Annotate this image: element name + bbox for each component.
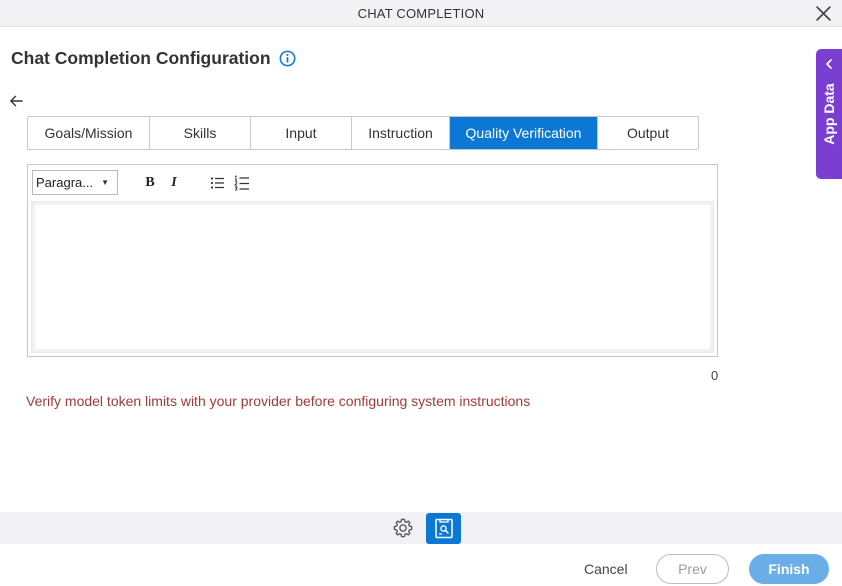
app-data-panel-toggle[interactable]: App Data [816,49,842,179]
italic-button[interactable]: I [165,174,183,192]
tab-quality-verification[interactable]: Quality Verification [450,117,598,149]
close-icon[interactable] [815,5,832,22]
character-count: 0 [711,368,719,383]
dropdown-arrow-icon: ▼ [101,178,109,187]
editor-toolbar: Paragra... ▼ B I [31,168,714,198]
token-limit-warning: Verify model token limits with your prov… [26,393,531,409]
numbered-list-icon[interactable] [233,174,251,192]
format-select-value: Paragra... [36,175,94,190]
config-tabs: Goals/Mission Skills Input Instruction Q… [27,116,699,150]
tab-goals-mission[interactable]: Goals/Mission [28,117,150,149]
document-search-icon [435,518,453,539]
tab-input[interactable]: Input [251,117,352,149]
tab-label: Skills [183,125,217,141]
bulleted-list-icon[interactable] [209,174,227,192]
cancel-button[interactable]: Cancel [584,561,628,577]
editor-content-area[interactable] [31,201,714,353]
tab-label: Input [285,125,317,141]
tab-label: Output [626,125,670,141]
bold-button[interactable]: B [141,174,159,192]
document-search-button[interactable] [426,513,461,544]
tab-label: Goals/Mission [44,125,133,141]
tab-label: Quality Verification [465,125,582,141]
bottom-tool-bar [0,512,842,544]
title-bar: CHAT COMPLETION [0,0,842,27]
paragraph-format-select[interactable]: Paragra... ▼ [32,170,118,195]
prev-button[interactable]: Prev [656,554,729,584]
tab-output[interactable]: Output [598,117,698,149]
tab-label: Instruction [368,125,433,141]
app-data-label: App Data [821,83,837,145]
finish-button[interactable]: Finish [749,554,829,584]
gear-icon[interactable] [392,517,414,539]
rich-text-editor: Paragra... ▼ B I [27,164,718,357]
page-title: Chat Completion Configuration [11,48,271,68]
arrow-left-icon[interactable] [9,94,24,108]
window-title: CHAT COMPLETION [357,6,485,21]
page-header: Chat Completion Configuration [11,48,296,69]
tab-skills[interactable]: Skills [150,117,251,149]
info-icon[interactable] [279,50,296,67]
tab-instruction[interactable]: Instruction [352,117,450,149]
